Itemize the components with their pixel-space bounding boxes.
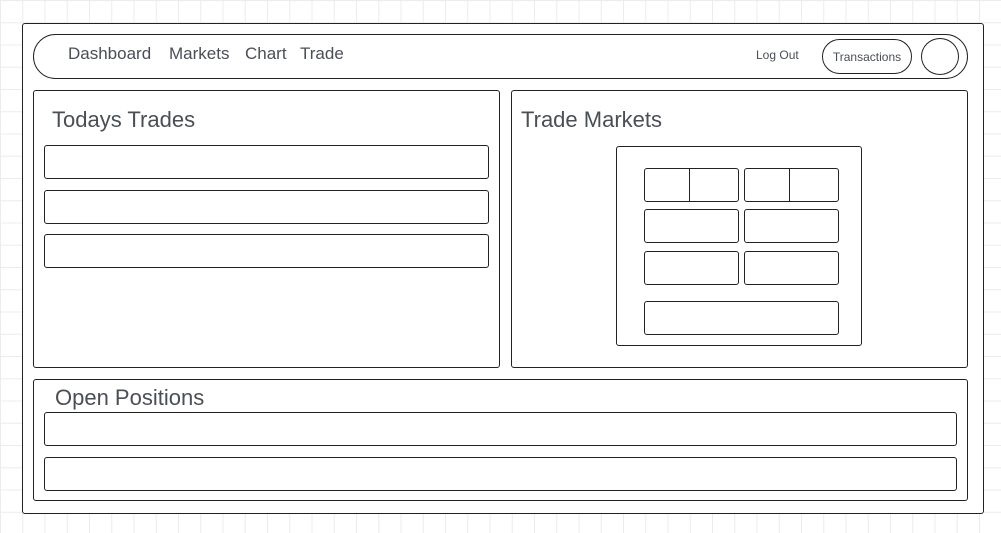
market-cell-divider xyxy=(789,168,790,202)
market-cell[interactable] xyxy=(644,251,739,285)
trade-row[interactable] xyxy=(44,190,489,224)
nav-link-trade[interactable]: Trade xyxy=(300,44,344,64)
trade-row[interactable] xyxy=(44,234,489,268)
position-row[interactable] xyxy=(44,457,957,491)
position-row[interactable] xyxy=(44,412,957,446)
market-cell[interactable] xyxy=(744,251,839,285)
market-cell-divider xyxy=(689,168,690,202)
market-cell-split[interactable] xyxy=(744,168,839,202)
open-positions-title: Open Positions xyxy=(55,385,205,410)
avatar[interactable] xyxy=(921,38,959,75)
transactions-button[interactable]: Transactions xyxy=(822,39,912,74)
market-cell[interactable] xyxy=(744,209,839,243)
logout-link[interactable]: Log Out xyxy=(756,48,799,62)
todays-trades-title: Todays Trades xyxy=(52,107,196,132)
nav-link-chart[interactable]: Chart xyxy=(245,44,287,64)
market-cell[interactable] xyxy=(644,209,739,243)
nav-link-dashboard[interactable]: Dashboard xyxy=(68,44,151,64)
trade-markets-title: Trade Markets xyxy=(521,107,663,132)
market-action-button[interactable] xyxy=(644,301,839,335)
nav-link-markets[interactable]: Markets xyxy=(169,44,229,64)
trade-row[interactable] xyxy=(44,145,489,179)
market-cell-split[interactable] xyxy=(644,168,739,202)
